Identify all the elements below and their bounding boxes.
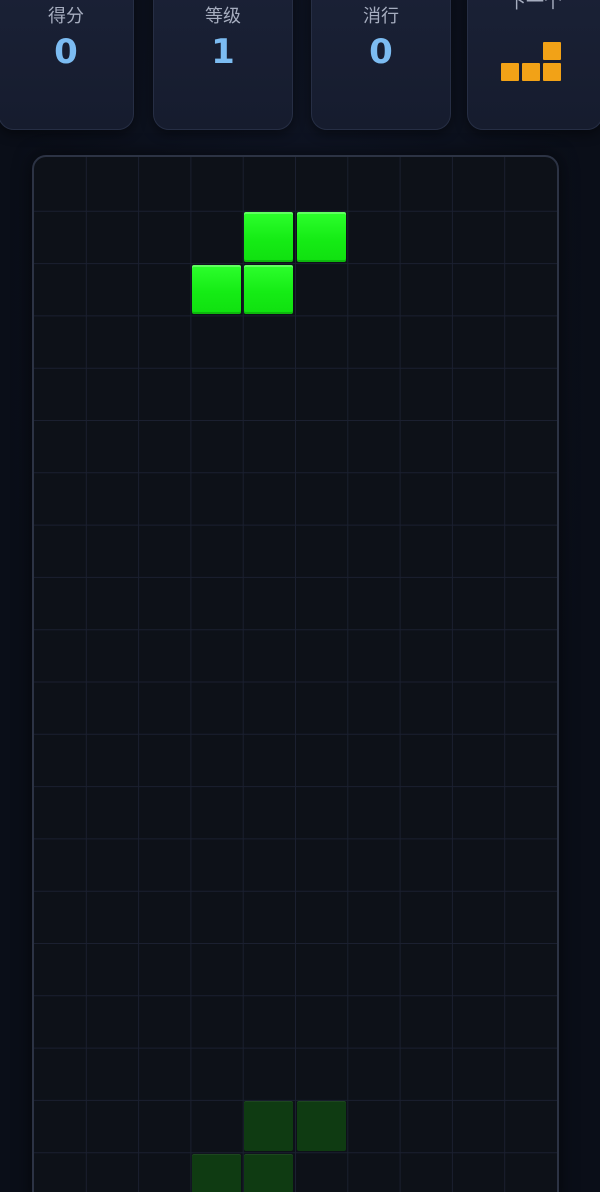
lines-label: 消行 (363, 6, 399, 27)
ghost-piece-block (191, 1153, 242, 1192)
board-grid (34, 157, 557, 1192)
score-value: 0 (54, 32, 78, 72)
score-card: 得分 0 (0, 0, 134, 130)
next-piece-block (501, 63, 519, 81)
lines-value: 0 (369, 32, 393, 72)
ghost-piece-block (244, 1153, 294, 1192)
level-label: 等级 (205, 6, 241, 27)
next-piece-preview (501, 41, 565, 83)
next-piece-card: 下一个 (467, 0, 600, 130)
active-piece-block (191, 264, 242, 314)
game-board[interactable] (32, 155, 559, 1192)
next-piece-label: 下一个 (508, 0, 562, 13)
ghost-piece-block (244, 1101, 294, 1151)
active-piece-block (296, 212, 346, 262)
active-piece-block (244, 264, 294, 314)
lines-card: 消行 0 (311, 0, 451, 130)
score-label: 得分 (48, 6, 84, 27)
next-piece-block (543, 63, 561, 81)
stats-bar: 得分 0 等级 1 消行 0 下一个 (0, 0, 600, 132)
tetris-game: 得分 0 等级 1 消行 0 下一个 (0, 0, 600, 1192)
active-piece-block (244, 212, 294, 262)
ghost-piece-block (296, 1101, 346, 1151)
next-piece-block (543, 42, 561, 60)
next-piece-block (522, 63, 540, 81)
level-card: 等级 1 (153, 0, 293, 130)
level-value: 1 (211, 32, 235, 72)
